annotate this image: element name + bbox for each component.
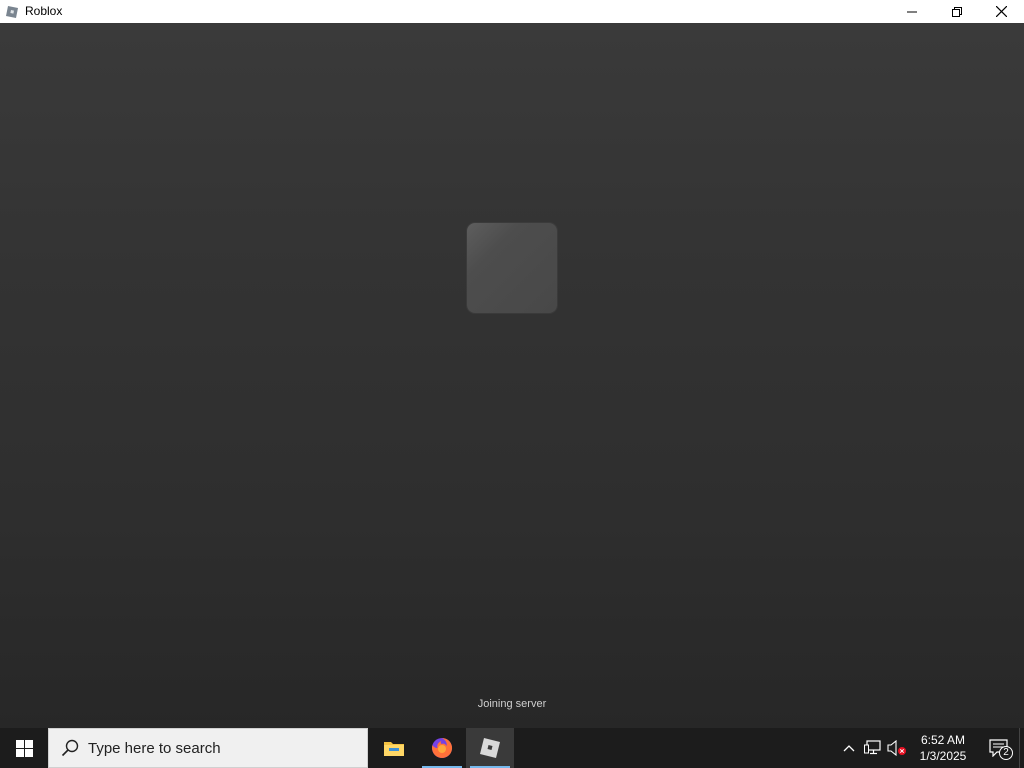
show-hidden-icons-button[interactable]	[837, 728, 861, 768]
search-icon	[61, 739, 79, 757]
windows-icon	[15, 739, 33, 757]
taskbar-clock[interactable]: 6:52 AM 1/3/2025	[913, 728, 973, 768]
restore-button[interactable]	[934, 0, 979, 23]
close-icon	[996, 6, 1007, 17]
clock-date: 1/3/2025	[919, 749, 967, 763]
game-viewport[interactable]: Joining server	[0, 23, 1024, 728]
loading-status-text: Joining server	[477, 698, 547, 710]
roblox-icon	[480, 738, 500, 758]
network-button[interactable]	[861, 728, 885, 768]
folder-icon	[384, 742, 404, 756]
taskbar: Type here to search 6:52 AM 1/3/2025 2	[0, 728, 1024, 768]
taskbar-app-roblox[interactable]	[466, 728, 514, 768]
window-titlebar[interactable]: Roblox	[0, 0, 1024, 23]
close-button[interactable]	[979, 0, 1024, 23]
chevron-up-icon	[843, 745, 855, 752]
taskbar-app-firefox[interactable]	[418, 728, 466, 768]
start-button[interactable]	[0, 728, 48, 768]
taskbar-app-file-explorer[interactable]	[370, 728, 418, 768]
minimize-button[interactable]	[889, 0, 934, 23]
game-thumbnail-placeholder	[467, 223, 557, 313]
restore-icon	[951, 6, 962, 17]
window-title: Roblox	[25, 4, 63, 18]
firefox-icon	[432, 737, 453, 758]
system-tray: 6:52 AM 1/3/2025 2	[837, 728, 1024, 768]
roblox-icon	[4, 4, 20, 20]
volume-button[interactable]	[885, 728, 909, 768]
show-desktop-button[interactable]	[1019, 728, 1024, 768]
search-placeholder: Type here to search	[88, 739, 221, 757]
minimize-icon	[906, 11, 917, 12]
clock-time: 6:52 AM	[920, 733, 966, 747]
network-icon	[864, 740, 881, 755]
notification-count-badge: 2	[999, 746, 1013, 760]
action-center-button[interactable]: 2	[979, 728, 1019, 768]
taskbar-search-box[interactable]: Type here to search	[48, 728, 368, 768]
volume-muted-icon	[887, 740, 906, 756]
